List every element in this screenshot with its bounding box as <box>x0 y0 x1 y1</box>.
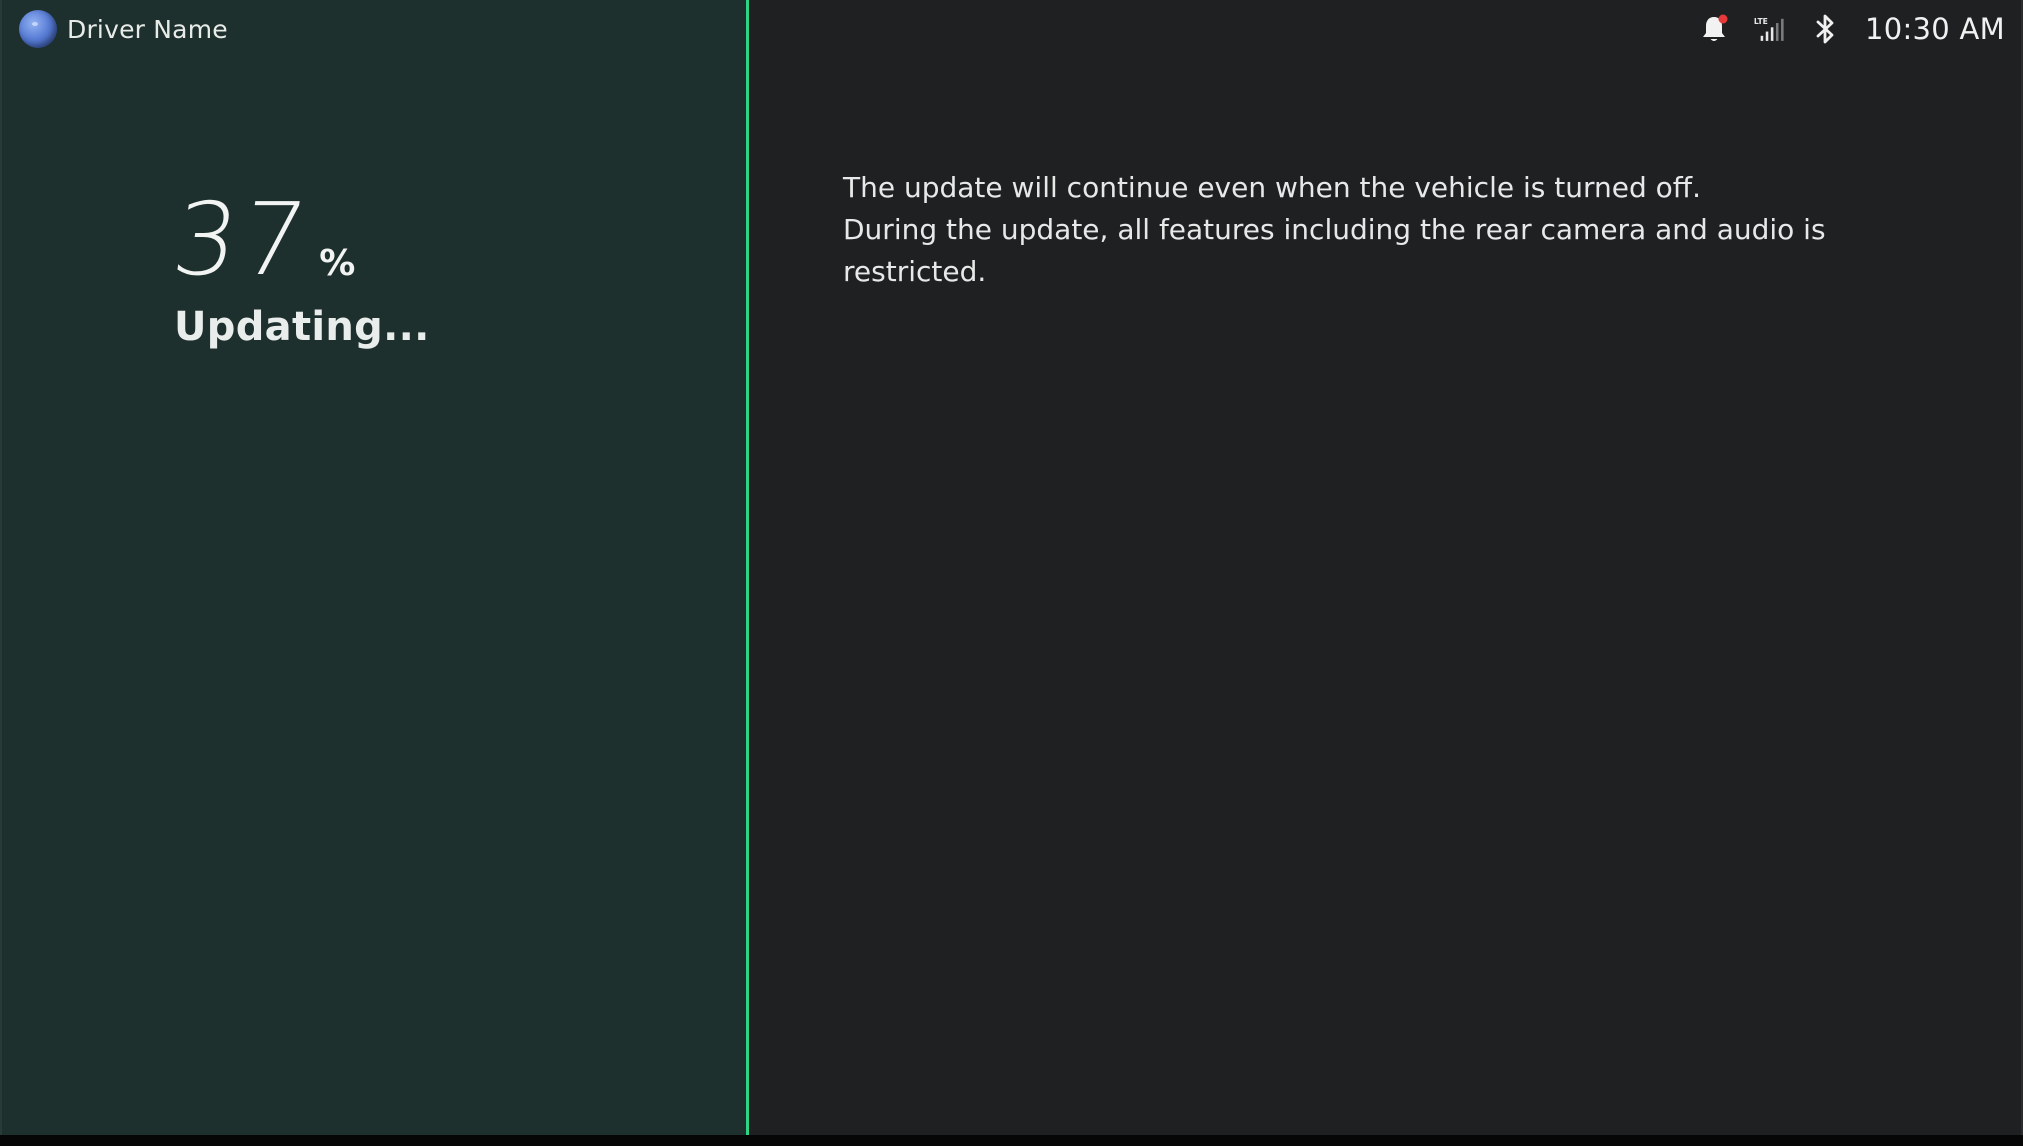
progress-readout: 37 % <box>166 180 430 298</box>
svg-text:LTE: LTE <box>1754 17 1768 26</box>
update-status-label: Updating... <box>174 304 430 350</box>
progress-block: 37 % Updating... <box>166 180 430 350</box>
notification-dot <box>1718 14 1728 24</box>
update-progress-panel: 37 % Updating... <box>0 0 746 1135</box>
clock: 10:30 AM <box>1864 12 2005 46</box>
driver-profile-button[interactable]: Driver Name <box>19 10 228 48</box>
signal-strength-icon: LTE <box>1753 12 1787 46</box>
driver-avatar <box>19 10 57 48</box>
progress-percentage-unit: % <box>319 243 356 284</box>
progress-percentage-value: 37 <box>165 181 318 298</box>
bluetooth-icon <box>1809 12 1843 46</box>
infotainment-screen: 37 % Updating... The update will continu… <box>0 0 2023 1135</box>
update-message-line: During the update, all features includin… <box>843 213 1826 288</box>
status-bar-right: LTE 10:30 AM <box>1697 8 2005 50</box>
update-message-line: The update will continue even when the v… <box>843 171 1701 204</box>
bottom-bezel <box>0 1135 2023 1146</box>
driver-name-label: Driver Name <box>67 14 228 44</box>
panel-divider <box>746 0 749 1135</box>
update-message: The update will continue even when the v… <box>843 167 1843 293</box>
bell-icon[interactable] <box>1697 12 1731 46</box>
